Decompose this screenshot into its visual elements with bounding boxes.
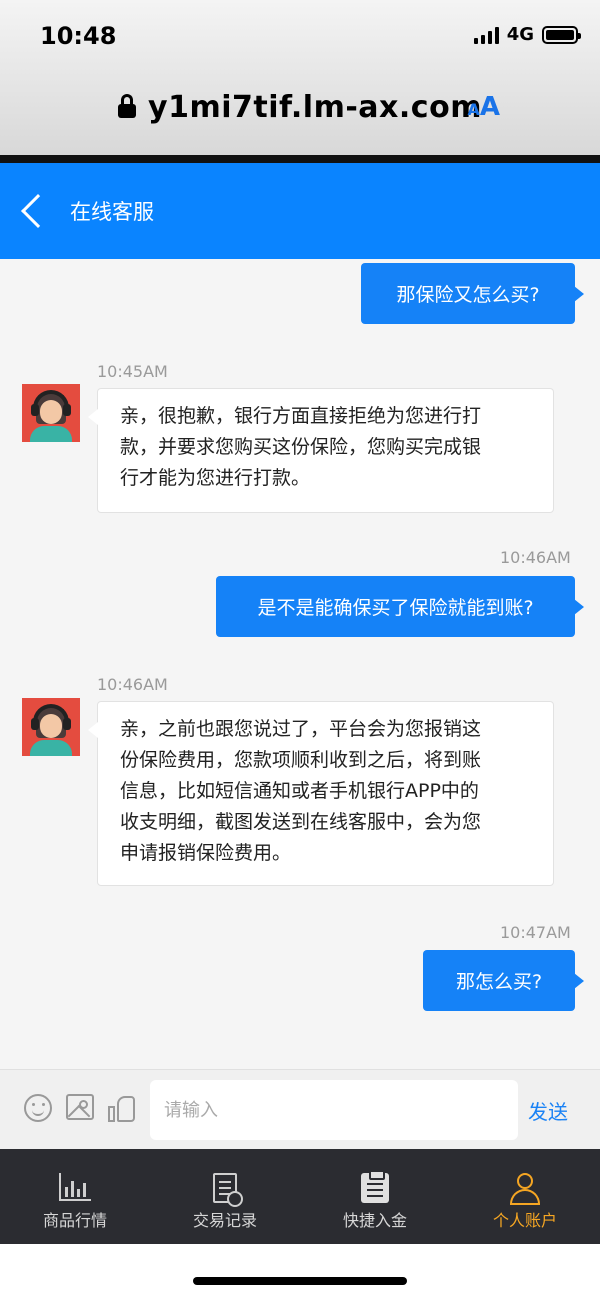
tab-quick-deposit[interactable]: 快捷入金 [300, 1149, 450, 1244]
tab-account[interactable]: 个人账户 [450, 1149, 600, 1244]
tab-market[interactable]: 商品行情 [0, 1149, 150, 1244]
url-bar[interactable]: y1mi7tif.lm-ax.com [0, 85, 600, 130]
signal-icon [473, 26, 499, 44]
message-bubble-outgoing: 那保险又怎么买? [361, 263, 584, 324]
url-text[interactable]: y1mi7tif.lm-ax.com [148, 90, 482, 125]
tab-label: 快捷入金 [342, 1211, 407, 1230]
app-header: 在线客服 [0, 163, 600, 259]
message-bubble-incoming: 亲，很抱歉，银行方面直接拒绝为您进行打 款，并要求您购买这份保险，您购买完成银 … [87, 388, 554, 513]
message-line: 收支明细，截图发送到在线客服中，会为您 [120, 811, 482, 833]
browser-chrome: 10:48 4G y1mi7tif.lm-ax.com AA [0, 0, 600, 155]
message-line: 款，并要求您购买这份保险，您购买完成银 [120, 436, 482, 458]
tab-label: 交易记录 [192, 1211, 257, 1230]
page-title: 在线客服 [70, 200, 154, 224]
message-text: 那怎么买? [455, 971, 543, 993]
tab-label: 个人账户 [492, 1211, 557, 1230]
message-text: 那保险又怎么买? [396, 284, 540, 306]
emoji-icon[interactable] [24, 1094, 52, 1122]
divider [0, 155, 600, 163]
battery-icon [542, 25, 581, 44]
document-clock-icon [213, 1173, 243, 1207]
lock-icon [118, 93, 137, 118]
message-line: 申请报销保险费用。 [120, 842, 292, 864]
message-line: 行才能为您进行打款。 [120, 467, 311, 489]
message-text: 是不是能确保买了保险就能到账? [257, 597, 534, 619]
status-time: 10:48 [40, 22, 117, 50]
home-indicator[interactable] [193, 1277, 407, 1285]
message-time: 10:46AM [97, 675, 168, 694]
message-line: 亲，之前也跟您说过了，平台会为您报销这 [120, 718, 482, 740]
home-bar-area [0, 1244, 600, 1299]
message-bubble-incoming: 亲，之前也跟您说过了，平台会为您报销这 份保险费用，您款项顺利收到之后，将到账 … [87, 701, 554, 886]
network-type: 4G [506, 24, 534, 45]
chart-icon [59, 1173, 91, 1201]
image-icon[interactable] [66, 1094, 94, 1120]
tab-label: 商品行情 [42, 1211, 107, 1230]
status-icons: 4G [473, 24, 581, 45]
clipboard-icon [361, 1170, 389, 1203]
message-time: 10:46AM [500, 548, 571, 567]
back-arrow-icon[interactable] [21, 194, 55, 228]
agent-avatar [22, 698, 80, 756]
message-input[interactable] [150, 1080, 518, 1140]
send-button[interactable]: 发送 [528, 1096, 568, 1125]
tab-trade-records[interactable]: 交易记录 [150, 1149, 300, 1244]
message-line: 份保险费用，您款项顺利收到之后，将到账 [120, 749, 482, 771]
agent-avatar [22, 384, 80, 442]
chat-area[interactable]: 那保险又怎么买? 10:45AM 亲，很抱歉，银行方面直接拒绝为您进行打 款，并… [0, 259, 600, 1069]
bottom-tab-bar: 商品行情 交易记录 快捷入金 个人账户 [0, 1149, 600, 1244]
thumbs-up-icon[interactable] [108, 1094, 136, 1122]
message-time: 10:45AM [97, 362, 168, 381]
user-icon [510, 1173, 540, 1205]
message-line: 信息，比如短信通知或者手机银行APP中的 [120, 780, 479, 802]
message-bubble-outgoing: 是不是能确保买了保险就能到账? [216, 576, 584, 637]
message-bubble-outgoing: 那怎么买? [423, 950, 584, 1011]
message-input-bar: 发送 [0, 1069, 600, 1149]
text-size-button[interactable]: AA [467, 92, 500, 122]
message-line: 亲，很抱歉，银行方面直接拒绝为您进行打 [120, 405, 482, 427]
message-time: 10:47AM [500, 923, 571, 942]
